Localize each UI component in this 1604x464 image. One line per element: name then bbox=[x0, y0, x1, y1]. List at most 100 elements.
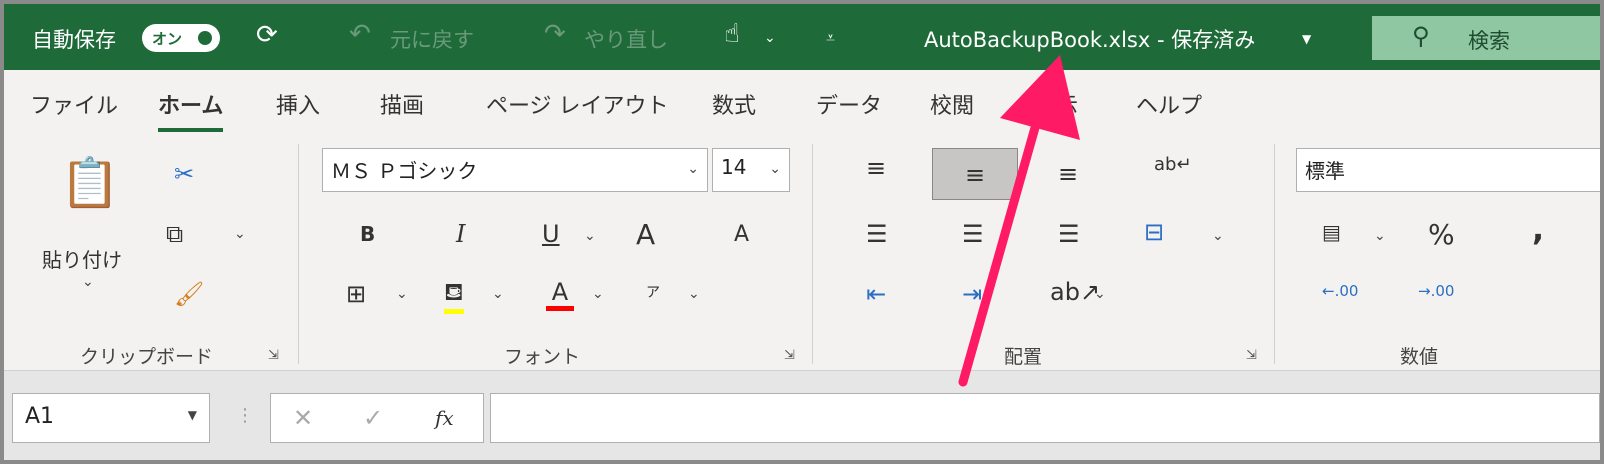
cancel-icon[interactable]: ✕ bbox=[293, 404, 313, 432]
redo-label[interactable]: やり直し bbox=[584, 24, 668, 54]
align-top-icon[interactable]: ≡ bbox=[866, 154, 886, 182]
autosave-toggle[interactable]: オン bbox=[142, 24, 220, 52]
align-center-icon[interactable]: ☰ bbox=[962, 220, 984, 248]
undo-icon[interactable]: ↶ bbox=[349, 19, 371, 49]
phonetic-button[interactable]: ア bbox=[646, 282, 660, 302]
tab-file[interactable]: ファイル bbox=[30, 88, 118, 120]
underline-dropdown-icon[interactable]: ⌄ bbox=[584, 228, 596, 244]
tab-review[interactable]: 校閲 bbox=[930, 88, 974, 120]
borders-icon[interactable]: ⊞ bbox=[346, 280, 366, 308]
file-title[interactable]: AutoBackupBook.xlsx - 保存済み bbox=[924, 24, 1255, 54]
autosave-toggle-label: オン bbox=[152, 30, 183, 48]
paste-dropdown-icon[interactable]: ⌄ bbox=[82, 274, 94, 290]
copy-dropdown-icon[interactable]: ⌄ bbox=[234, 226, 246, 242]
divider bbox=[812, 144, 813, 364]
title-bar: 自動保存 オン ⟳ ↶ 元に戻す ↷ やり直し ☝ ⌄ ⩡ AutoBackup… bbox=[4, 4, 1600, 70]
formula-bar: A1 ▼ ⋮ ✕ ✓ fx bbox=[4, 370, 1600, 460]
tab-view[interactable]: 表示 bbox=[1034, 88, 1078, 120]
shrink-font-button[interactable]: A bbox=[734, 222, 749, 247]
fill-color-icon[interactable]: ⛾ bbox=[444, 278, 464, 314]
merge-dropdown-icon[interactable]: ⌄ bbox=[1212, 228, 1224, 244]
clipboard-group-label: クリップボード bbox=[80, 346, 214, 368]
autosave-label: 自動保存 bbox=[32, 28, 116, 52]
insert-function-button[interactable]: fx bbox=[435, 406, 454, 430]
align-right-icon[interactable]: ☰ bbox=[1058, 220, 1080, 248]
align-middle-button[interactable]: ≡ bbox=[932, 148, 1018, 200]
borders-dropdown-icon[interactable]: ⌄ bbox=[396, 286, 408, 302]
increase-indent-icon[interactable]: ⇥ bbox=[962, 280, 982, 308]
excel-window: 自動保存 オン ⟳ ↶ 元に戻す ↷ やり直し ☝ ⌄ ⩡ AutoBackup… bbox=[4, 4, 1600, 460]
splitter-handle[interactable]: ⋮ bbox=[236, 405, 254, 426]
number-format-select[interactable]: 標準 bbox=[1296, 148, 1600, 192]
font-color-button[interactable]: A bbox=[546, 278, 574, 311]
fill-dropdown-icon[interactable]: ⌄ bbox=[492, 286, 504, 302]
bold-button[interactable]: B bbox=[360, 222, 375, 246]
font-size-value: 14 bbox=[721, 155, 747, 179]
name-box[interactable]: A1 ▼ bbox=[12, 393, 210, 443]
tab-home[interactable]: ホーム bbox=[158, 88, 224, 132]
enter-icon[interactable]: ✓ bbox=[363, 404, 383, 432]
format-painter-icon[interactable]: 🖌 bbox=[174, 280, 204, 308]
font-color-dropdown-icon[interactable]: ⌄ bbox=[592, 286, 604, 302]
tab-insert[interactable]: 挿入 bbox=[276, 88, 320, 120]
comma-button[interactable]: , bbox=[1532, 210, 1544, 248]
align-bottom-icon[interactable]: ≡ bbox=[1058, 160, 1078, 188]
undo-label[interactable]: 元に戻す bbox=[390, 24, 474, 54]
font-launcher-icon[interactable]: ⇲ bbox=[784, 348, 795, 363]
accounting-format-icon[interactable]: ▤ bbox=[1322, 220, 1341, 244]
formula-input[interactable] bbox=[490, 393, 1600, 443]
ribbon-tabs: ファイル ホーム 挿入 描画 ページ レイアウト 数式 データ 校閲 表示 ヘル… bbox=[4, 70, 1600, 134]
ribbon-home: 📋 貼り付け ⌄ ✂ ⧉ ⌄ 🖌 クリップボード ⇲ ＭＳ Ｐゴシック ⌄ 14 ⌄… bbox=[4, 134, 1600, 370]
touch-dropdown-icon[interactable]: ⌄ bbox=[764, 30, 776, 46]
decrease-indent-icon[interactable]: ⇤ bbox=[866, 280, 886, 308]
tab-page-layout[interactable]: ページ レイアウト bbox=[486, 88, 669, 120]
tab-data[interactable]: データ bbox=[816, 88, 882, 120]
number-format-value: 標準 bbox=[1305, 159, 1345, 183]
tab-help[interactable]: ヘルプ bbox=[1136, 88, 1202, 120]
name-box-value: A1 bbox=[25, 404, 55, 429]
name-box-dropdown-icon: ▼ bbox=[187, 408, 197, 422]
alignment-launcher-icon[interactable]: ⇲ bbox=[1246, 348, 1257, 363]
font-group-label: フォント bbox=[504, 346, 581, 368]
paste-label[interactable]: 貼り付け bbox=[42, 244, 122, 273]
alignment-group-label: 配置 bbox=[1004, 346, 1043, 368]
align-left-icon[interactable]: ☰ bbox=[866, 220, 888, 248]
percent-button[interactable]: % bbox=[1428, 218, 1455, 251]
save-icon[interactable]: ⟳ bbox=[256, 20, 278, 50]
wrap-text-icon[interactable]: ab↵ bbox=[1154, 154, 1192, 175]
accounting-dropdown-icon[interactable]: ⌄ bbox=[1374, 228, 1386, 244]
tab-formulas[interactable]: 数式 bbox=[712, 88, 756, 120]
search-icon: ⚲ bbox=[1412, 22, 1430, 50]
font-name-select[interactable]: ＭＳ Ｐゴシック ⌄ bbox=[322, 148, 708, 192]
grow-font-button[interactable]: A bbox=[636, 218, 655, 251]
chevron-down-icon: ⌄ bbox=[769, 161, 781, 177]
increase-decimal-icon[interactable]: ←.00 bbox=[1322, 282, 1358, 300]
chevron-down-icon: ⌄ bbox=[687, 161, 699, 177]
orientation-dropdown-icon[interactable]: ⌄ bbox=[1094, 286, 1106, 302]
redo-icon[interactable]: ↷ bbox=[544, 19, 566, 49]
cut-icon[interactable]: ✂ bbox=[174, 160, 194, 188]
copy-icon[interactable]: ⧉ bbox=[166, 220, 183, 248]
search-label: 検索 bbox=[1468, 29, 1510, 53]
number-group-label: 数値 bbox=[1400, 346, 1439, 368]
phonetic-dropdown-icon[interactable]: ⌄ bbox=[688, 286, 700, 302]
align-middle-icon: ≡ bbox=[965, 161, 986, 189]
search-box[interactable]: ⚲ 検索 bbox=[1372, 16, 1600, 60]
font-name-value: ＭＳ Ｐゴシック bbox=[331, 159, 478, 183]
font-size-select[interactable]: 14 ⌄ bbox=[712, 148, 790, 192]
orientation-icon[interactable]: ab↗ bbox=[1050, 278, 1100, 306]
paste-icon[interactable]: 📋 bbox=[60, 154, 120, 211]
divider bbox=[1274, 144, 1275, 364]
tab-draw[interactable]: 描画 bbox=[380, 88, 424, 120]
customize-qat-icon[interactable]: ⩡ bbox=[826, 28, 835, 48]
divider bbox=[298, 144, 299, 364]
italic-button[interactable]: I bbox=[456, 220, 465, 248]
merge-center-icon[interactable]: ⊟ bbox=[1144, 218, 1164, 246]
touch-mode-icon[interactable]: ☝ bbox=[724, 19, 740, 49]
decrease-decimal-icon[interactable]: →.00 bbox=[1418, 282, 1454, 300]
clipboard-launcher-icon[interactable]: ⇲ bbox=[268, 348, 279, 363]
title-dropdown-icon[interactable]: ▼ bbox=[1302, 32, 1311, 46]
formula-buttons: ✕ ✓ fx bbox=[270, 393, 484, 443]
toggle-knob bbox=[198, 31, 212, 45]
underline-button[interactable]: U bbox=[542, 220, 560, 248]
